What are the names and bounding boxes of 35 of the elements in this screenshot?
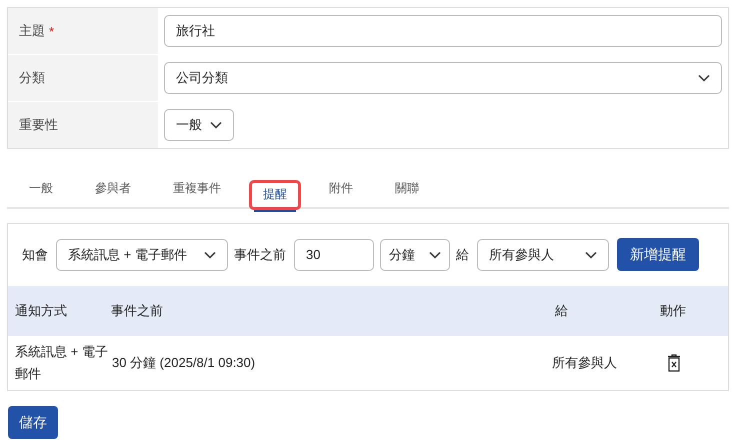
chevron-down-icon <box>429 250 441 258</box>
chevron-down-icon <box>698 74 710 82</box>
subject-field[interactable]: 旅行社 <box>164 15 722 47</box>
to-label: 給 <box>456 246 469 264</box>
tab[interactable]: 重複事件 <box>159 170 235 209</box>
save-button[interactable]: 儲存 <box>8 406 58 439</box>
column-header: 給 <box>554 302 569 320</box>
tab[interactable]: 一般 <box>15 170 67 209</box>
before-field[interactable]: 30 <box>294 238 374 270</box>
table-cell-text: 30 分鐘 (2025/8/1 09:30) <box>112 354 256 372</box>
chevron-down-icon <box>585 250 597 258</box>
column-header: 通知方式 <box>14 302 68 320</box>
chevron-down-icon <box>204 250 216 258</box>
tab[interactable]: 附件 <box>315 170 367 209</box>
field-label: 分類 <box>19 69 45 87</box>
unit-select[interactable]: 分鐘 <box>380 238 450 270</box>
select-field[interactable]: 公司分類 <box>164 62 722 94</box>
tab[interactable]: 提醒 <box>249 180 301 210</box>
select-field[interactable]: 一般 <box>164 109 234 141</box>
add-reminder-button[interactable]: 新增提醒 <box>617 238 699 271</box>
chevron-down-icon <box>210 121 222 129</box>
required-mark: * <box>49 24 54 38</box>
column-header: 動作 <box>660 302 687 320</box>
notify-label: 知會 <box>22 246 48 264</box>
field-label: 重要性 <box>19 116 58 134</box>
tab[interactable]: 關聯 <box>381 170 433 209</box>
notify-select[interactable]: 系統訊息 + 電子郵件 <box>56 238 228 270</box>
field-label: 主題 <box>19 22 45 40</box>
tab[interactable]: 參與者 <box>81 170 145 209</box>
column-header: 事件之前 <box>111 302 164 320</box>
recipient-select[interactable]: 所有參與人 <box>477 238 609 270</box>
table-cell-text: 系統訊息 + 電子郵件 <box>14 343 109 383</box>
table-cell-text: 所有參與人 <box>552 354 618 372</box>
before-label: 事件之前 <box>234 246 286 264</box>
delete-icon[interactable] <box>667 354 681 372</box>
